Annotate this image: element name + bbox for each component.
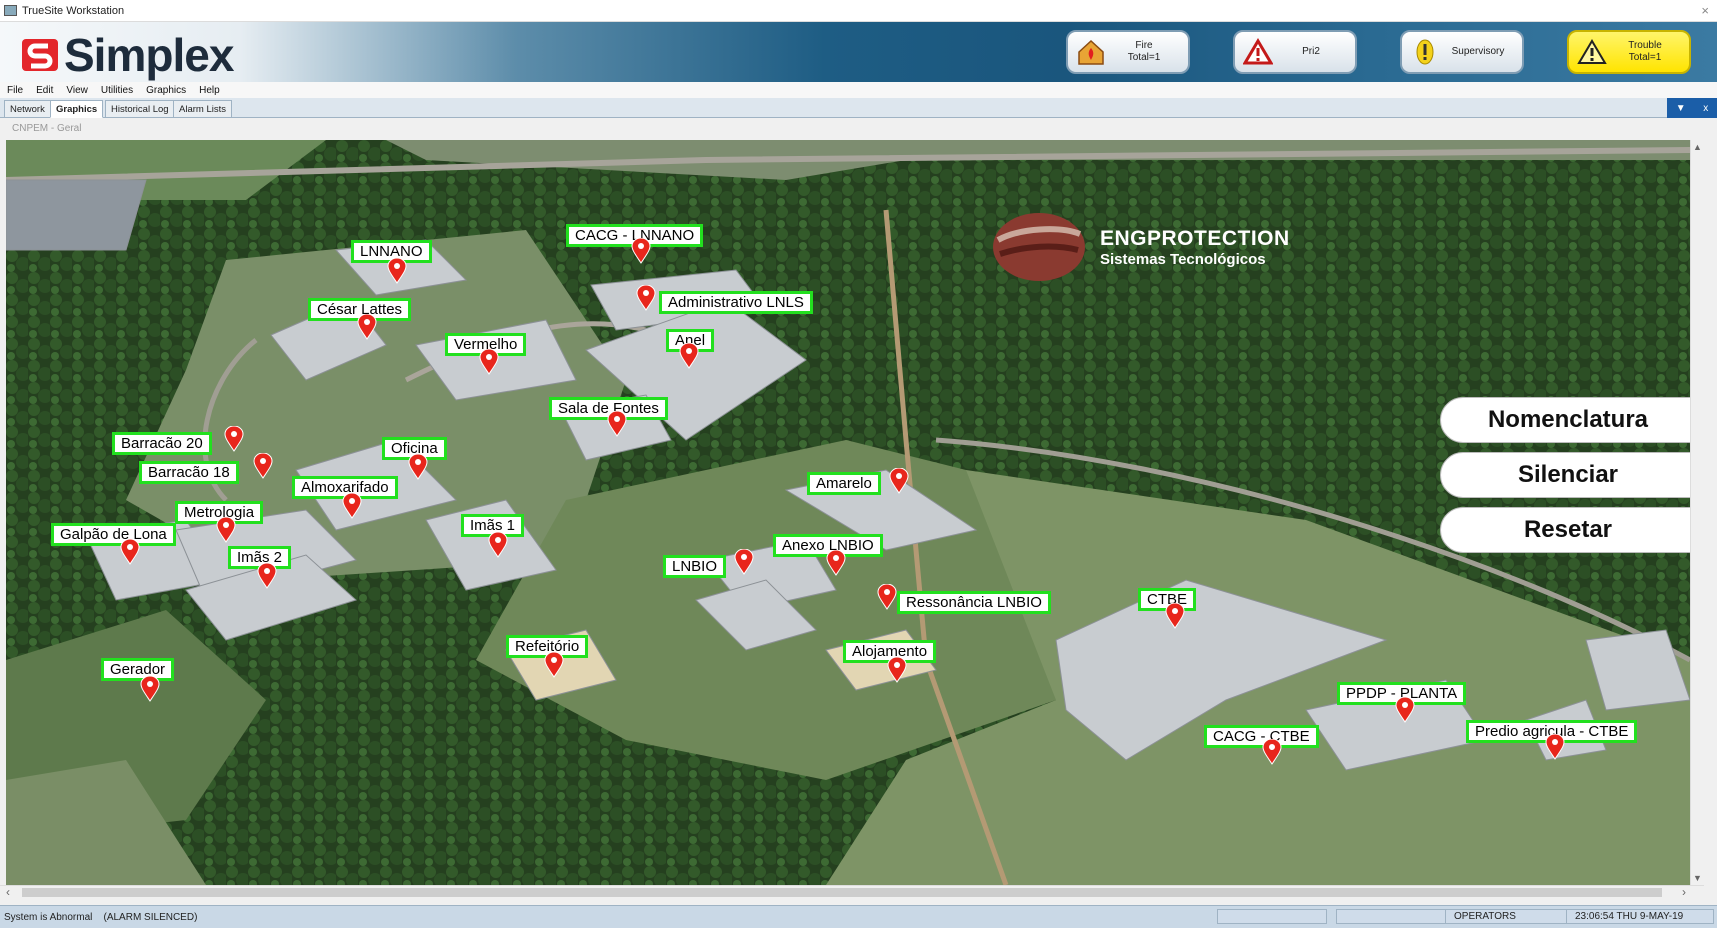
location-label[interactable]: Ressonância LNBIO [897,591,1051,614]
map-pin-icon[interactable] [224,426,244,452]
pri2-status-button[interactable]: Pri2 [1233,30,1357,74]
location-label[interactable]: Barracão 18 [139,461,239,484]
menu-edit[interactable]: Edit [36,85,53,96]
location-label[interactable]: Barracão 20 [112,432,212,455]
tab-alarm-lists[interactable]: Alarm Lists [173,100,232,118]
map-pin-icon[interactable] [889,468,909,494]
menu-bar: File Edit View Utilities Graphics Help [0,82,1717,98]
fire-status-button[interactable]: Fire Total=1 [1066,30,1190,74]
map-pin-icon[interactable] [387,258,407,284]
datetime-cell: 23:06:54 THU 9-MAY-19 [1566,909,1714,924]
silenciar-button[interactable]: Silenciar [1440,452,1690,498]
simplex-logo-icon [22,39,58,71]
map-pin-icon[interactable] [877,584,897,610]
menu-view[interactable]: View [66,85,88,96]
scroll-right-icon[interactable]: › [1682,885,1686,899]
status-bar: System is Abnormal (ALARM SILENCED) OPER… [0,905,1717,928]
map-pin-icon[interactable] [357,314,377,340]
alarm-state-text: (ALARM SILENCED) [103,912,198,923]
map-pin-icon[interactable] [140,676,160,702]
location-label[interactable]: Amarelo [807,472,881,495]
tab-network[interactable]: Network [4,100,51,118]
fire-house-icon [1074,37,1108,67]
location-label[interactable]: LNBIO [663,555,727,578]
supervisory-status-label: Supervisory [1451,46,1505,57]
horizontal-scrollbar[interactable]: ‹ › [0,885,1704,899]
trouble-status-label: Trouble Total=1 [1628,40,1662,63]
fire-status-label: Fire Total=1 [1127,40,1161,63]
menu-graphics[interactable]: Graphics [146,85,186,96]
header-banner: Simplex Fire Total=1 Pri2 Supervisory Tr… [0,22,1717,82]
watermark-title: ENGPROTECTION [1100,226,1290,250]
close-icon[interactable]: × [1701,3,1709,18]
map-pin-icon[interactable] [216,517,236,543]
window-titlebar: TrueSite Workstation × [0,0,1717,22]
map-pin-icon[interactable] [607,411,627,437]
warning-triangle-icon [1241,37,1275,67]
supervisory-status-button[interactable]: Supervisory [1400,30,1524,74]
tab-graphics[interactable]: Graphics [50,100,104,118]
map-pin-icon[interactable] [1165,603,1185,629]
horizontal-scroll-thumb[interactable] [22,888,1662,897]
location-label[interactable]: Administrativo LNLS [659,291,813,314]
map-pin-icon[interactable] [408,454,428,480]
status-cell-empty-2 [1336,909,1446,924]
breadcrumb: CNPEM - Geral [12,123,82,134]
scroll-up-icon[interactable]: ▲ [1693,142,1702,152]
nomenclatura-button[interactable]: Nomenclatura [1440,397,1690,443]
system-status-message: System is Abnormal [4,912,93,923]
map-pin-icon[interactable] [826,550,846,576]
map-pin-icon[interactable] [488,532,508,558]
status-cell-empty-1 [1217,909,1327,924]
system-status-text: System is Abnormal (ALARM SILENCED) [4,912,197,923]
engprotection-logo [993,213,1085,281]
map-pin-icon[interactable] [1545,734,1565,760]
location-label[interactable]: Gerador [101,658,175,681]
map-pin-icon[interactable] [544,652,564,678]
scroll-down-icon[interactable]: ▼ [1693,873,1702,883]
location-label[interactable]: Galpão de Lona [51,523,176,546]
map-pin-icon[interactable] [1262,739,1282,765]
site-map[interactable]: ENGPROTECTION Sistemas Tecnológicos LNNA… [6,140,1690,885]
tab-historical-log[interactable]: Historical Log [105,100,175,118]
map-pin-icon[interactable] [631,238,651,264]
map-pin-icon[interactable] [1395,697,1415,723]
trouble-warning-icon [1575,37,1609,67]
window-title: TrueSite Workstation [22,4,125,17]
map-pin-icon[interactable] [479,349,499,375]
menu-file[interactable]: File [7,85,23,96]
engprotection-watermark: ENGPROTECTION Sistemas Tecnológicos [990,210,1290,284]
pri2-status-label: Pri2 [1302,46,1320,57]
tab-bar: Network Graphics Historical Log Alarm Li… [0,98,1717,118]
tab-tools: ▼ x [1667,98,1717,118]
resetar-button[interactable]: Resetar [1440,507,1690,553]
operator-cell: OPERATORS [1445,909,1567,924]
simplex-logo: Simplex [20,28,234,82]
map-pin-icon[interactable] [342,493,362,519]
menu-utilities[interactable]: Utilities [101,85,133,96]
vertical-scrollbar[interactable]: ▲ ▼ [1690,140,1704,885]
map-pin-icon[interactable] [257,563,277,589]
scroll-left-icon[interactable]: ‹ [6,885,10,899]
map-pin-icon[interactable] [120,539,140,565]
map-pin-icon[interactable] [679,343,699,369]
supervisory-exclamation-icon [1408,37,1442,67]
map-pin-icon[interactable] [734,549,754,575]
menu-help[interactable]: Help [199,85,220,96]
map-pin-icon[interactable] [253,453,273,479]
tab-close-icon[interactable]: x [1703,103,1708,114]
brand-name: Simplex [64,29,234,81]
app-icon [4,5,17,16]
watermark-subtitle: Sistemas Tecnológicos [1100,250,1266,268]
map-pin-icon[interactable] [887,657,907,683]
trouble-status-button[interactable]: Trouble Total=1 [1567,30,1691,74]
map-pin-icon[interactable] [636,285,656,311]
tab-dropdown-icon[interactable]: ▼ [1676,103,1686,114]
